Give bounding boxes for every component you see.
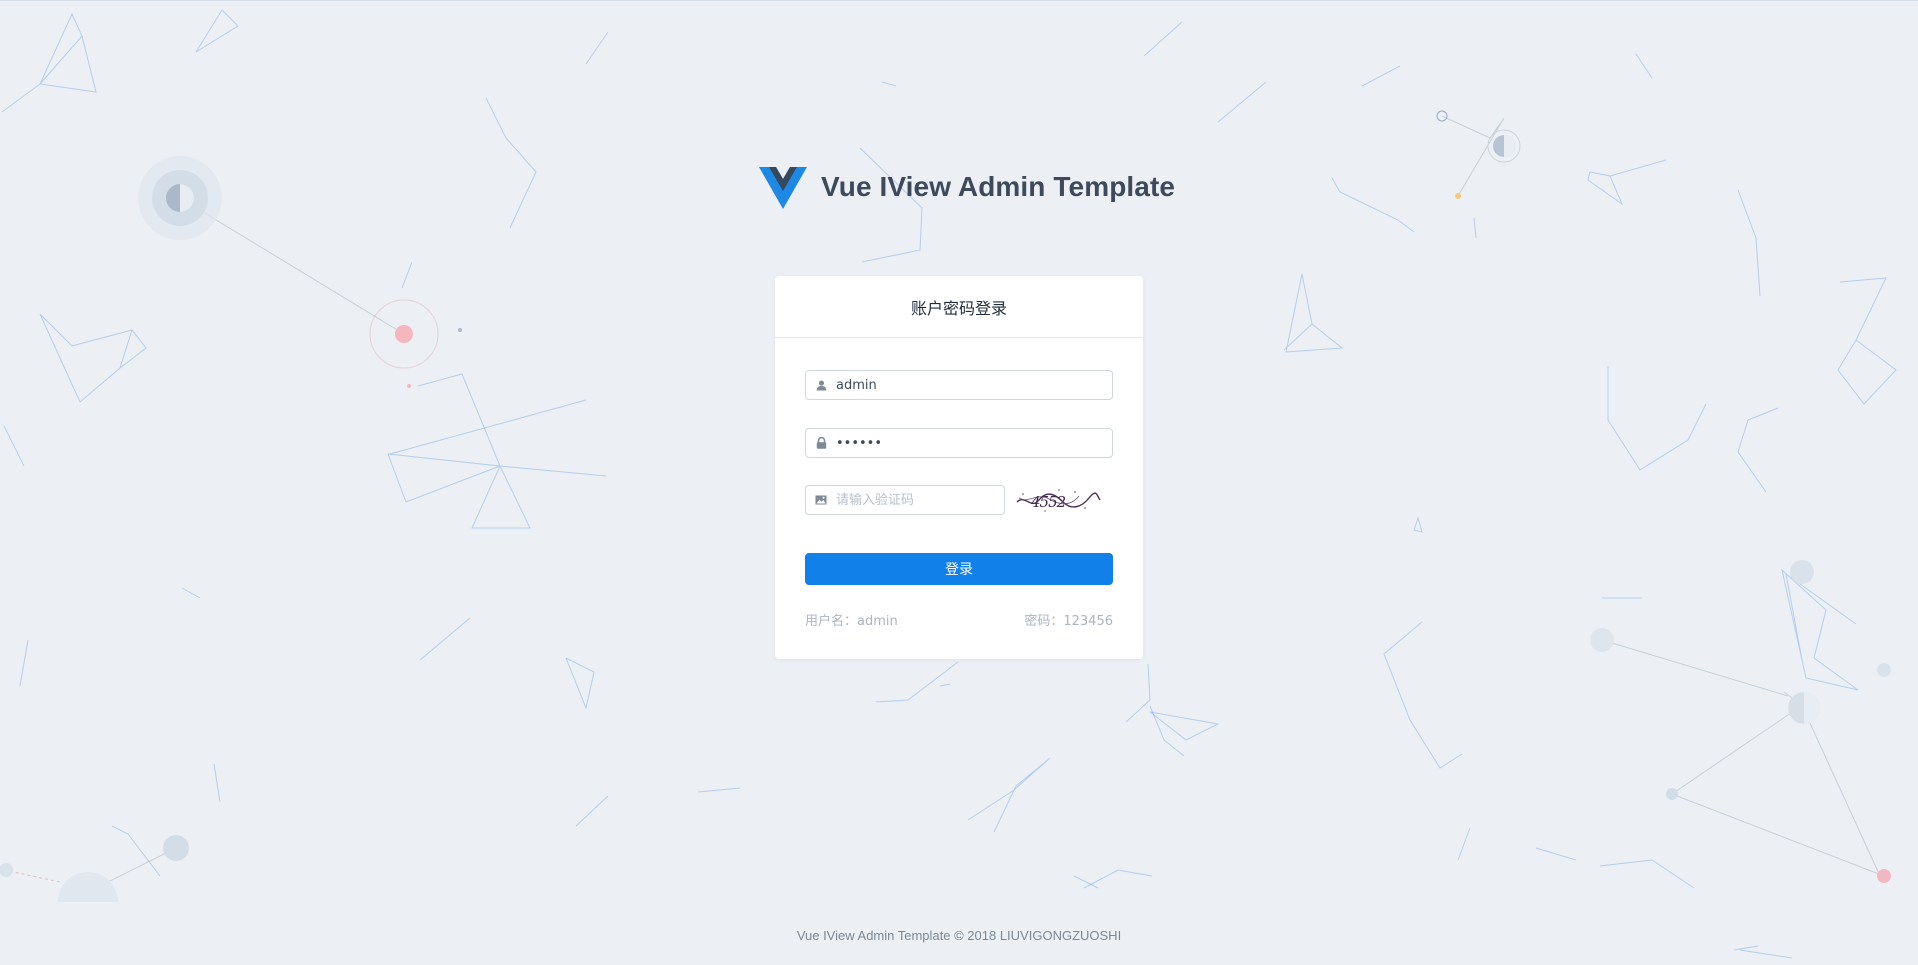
footer-copyright: Vue IView Admin Template © 2018 LIUVIGON… [796, 928, 1122, 943]
password-field[interactable] [805, 428, 1113, 458]
svg-text:4552: 4552 [1030, 493, 1066, 511]
login-button[interactable]: 登录 [805, 553, 1113, 585]
image-icon [806, 486, 836, 514]
login-card-title: 账户密码登录 [775, 276, 1143, 338]
password-input[interactable] [836, 430, 1112, 456]
lock-icon [806, 429, 836, 457]
username-input[interactable] [836, 372, 1112, 398]
user-icon [806, 371, 836, 399]
username-hint: 用户名：admin [805, 614, 898, 629]
login-card: 账户密码登录 4552 [775, 276, 1143, 659]
captcha-image[interactable]: 4552 [1015, 484, 1101, 516]
vue-logo-icon [759, 167, 807, 209]
captcha-input[interactable] [836, 487, 1004, 513]
captcha-field[interactable] [805, 485, 1005, 515]
password-hint: 密码：123456 [1024, 614, 1113, 629]
username-field[interactable] [805, 370, 1113, 400]
brand: Vue IView Admin Template [759, 165, 1175, 209]
brand-title: Vue IView Admin Template [821, 171, 1176, 202]
